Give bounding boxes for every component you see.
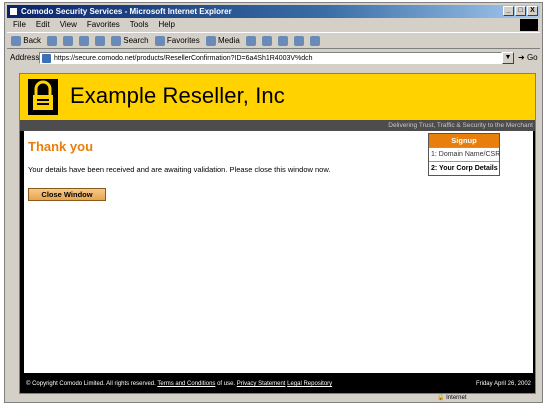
media-icon: [205, 35, 216, 46]
menu-bar: File Edit View Favorites Tools Help: [7, 19, 540, 31]
page-heading: Thank you: [28, 139, 94, 154]
site-header: Example Reseller, Inc: [20, 74, 535, 120]
menu-help[interactable]: Help: [158, 19, 174, 31]
title-bar: Comodo Security Services - Microsoft Int…: [7, 5, 540, 18]
go-arrow-icon: ➜: [518, 53, 525, 62]
padlock-logo-icon: [28, 79, 58, 115]
favorites-label: Favorites: [166, 35, 200, 45]
zone-label: Internet: [446, 395, 467, 401]
menu-file[interactable]: File: [13, 19, 26, 31]
toolbar: Back Search Favorites Media: [7, 32, 540, 49]
search-button[interactable]: Search: [111, 35, 149, 46]
page-viewport: Example Reseller, Inc Delivering Trust, …: [19, 73, 536, 394]
site-title: Example Reseller, Inc: [70, 83, 285, 108]
address-url: https://secure.comodo.net/products/Resel…: [54, 54, 313, 62]
address-label: Address: [10, 53, 40, 62]
address-input[interactable]: https://secure.comodo.net/products/Resel…: [39, 51, 502, 64]
menu-favorites[interactable]: Favorites: [87, 19, 120, 31]
discuss-icon[interactable]: [309, 35, 320, 46]
search-label: Search: [123, 35, 149, 45]
media-label: Media: [218, 35, 240, 45]
favorites-icon: [154, 35, 165, 46]
address-dropdown-button[interactable]: ▼: [502, 51, 514, 64]
menu-edit[interactable]: Edit: [36, 19, 50, 31]
of-use-text: of use.: [215, 381, 237, 387]
mail-icon[interactable]: [261, 35, 272, 46]
refresh-icon[interactable]: [79, 35, 90, 46]
stop-icon[interactable]: [63, 35, 74, 46]
terms-link[interactable]: Terms and Conditions: [157, 381, 215, 387]
windows-logo-icon: [520, 19, 538, 31]
media-button[interactable]: Media: [205, 35, 240, 46]
menu-tools[interactable]: Tools: [130, 19, 149, 31]
print-icon[interactable]: [277, 35, 288, 46]
back-label: Back: [23, 35, 42, 45]
page-icon: [42, 53, 51, 63]
copyright-text: © Copyright Comodo Limited. All rights r…: [26, 381, 158, 387]
history-icon[interactable]: [245, 35, 256, 46]
ie-app-icon: [9, 7, 18, 16]
lock-status-icon: 🔒: [437, 395, 445, 401]
signup-steps-panel: Signup 1: Domain Name/CSR 2: Your Corp D…: [428, 133, 500, 176]
search-icon: [111, 35, 122, 46]
forward-arrow-icon[interactable]: [47, 35, 58, 46]
close-window-button[interactable]: X: [527, 6, 538, 16]
menu-view[interactable]: View: [60, 19, 77, 31]
window-title: Comodo Security Services - Microsoft Int…: [21, 7, 232, 16]
confirmation-message: Your details have been received and are …: [28, 165, 331, 174]
legal-link[interactable]: Legal Repository: [287, 381, 332, 387]
close-window-page-button[interactable]: Close Window: [28, 188, 106, 201]
edit-icon[interactable]: [293, 35, 304, 46]
minimize-button[interactable]: _: [503, 6, 514, 16]
go-button[interactable]: ➜ Go: [514, 53, 540, 62]
site-footer: © Copyright Comodo Limited. All rights r…: [20, 373, 535, 393]
step-domain-csr: 1: Domain Name/CSR: [429, 147, 500, 161]
go-label: Go: [526, 53, 538, 62]
favorites-button[interactable]: Favorites: [154, 35, 200, 46]
steps-header: Signup: [429, 134, 499, 147]
tagline: Delivering Trust, Traffic & Security to …: [20, 120, 535, 131]
address-bar: Address https://secure.comodo.net/produc…: [7, 50, 540, 65]
window-controls: _ □ X: [503, 6, 538, 16]
step-corp-details: 2: Your Corp Details: [429, 161, 499, 175]
privacy-link[interactable]: Privacy Statement: [237, 381, 286, 387]
status-bar: 🔒 Internet: [7, 394, 540, 403]
back-arrow-icon: [11, 35, 21, 46]
home-icon[interactable]: [95, 35, 106, 46]
browser-window: Comodo Security Services - Microsoft Int…: [4, 2, 543, 403]
main-content: Thank you Your details have been receive…: [20, 131, 535, 373]
footer-date: Friday April 26, 2002: [475, 381, 531, 387]
maximize-button[interactable]: □: [515, 6, 526, 16]
back-button[interactable]: Back: [11, 35, 42, 46]
security-zone: 🔒 Internet: [437, 394, 517, 403]
